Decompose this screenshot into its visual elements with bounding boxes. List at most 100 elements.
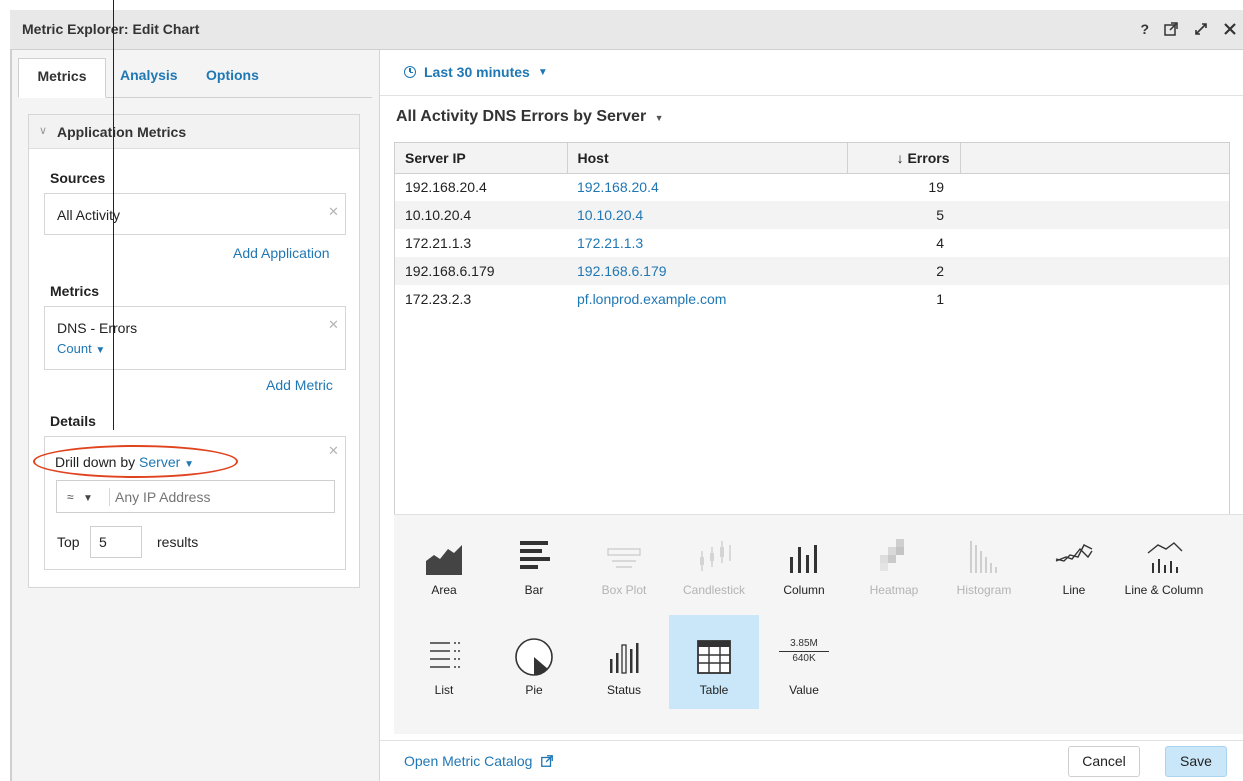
- table-icon: [697, 640, 731, 674]
- chart-type-pie[interactable]: Pie: [489, 627, 579, 721]
- cell-errors: 4: [936, 235, 944, 251]
- chart-type-value[interactable]: 3.85M 640K Value: [759, 627, 849, 721]
- chart-type-line-column[interactable]: Line & Column: [1119, 527, 1209, 621]
- metric-item[interactable]: DNS - Errors Count ▼ ✕: [44, 306, 346, 370]
- source-value: All Activity: [57, 207, 121, 223]
- ip-filter-field: ≈ ▼: [56, 480, 335, 513]
- value-icon-bottom: 640K: [792, 653, 816, 664]
- cell-host-link[interactable]: 10.10.20.4: [567, 201, 847, 229]
- details-title: Details: [50, 413, 96, 429]
- top-results-input[interactable]: [90, 526, 142, 558]
- chart-type-table[interactable]: Table: [669, 615, 759, 709]
- chart-type-histogram: Histogram: [939, 527, 1029, 621]
- metrics-title: Metrics: [50, 283, 100, 299]
- operator-dropdown[interactable]: ≈ ▼: [67, 490, 93, 504]
- external-link-icon: [541, 755, 554, 767]
- aggregate-dropdown[interactable]: Count ▼: [57, 341, 105, 356]
- table-row: 192.168.20.4 192.168.20.4 19: [395, 173, 1229, 201]
- line-chart-icon: [1055, 544, 1093, 562]
- cell-errors: 1: [936, 291, 944, 307]
- caret-down-icon: ▼: [654, 113, 664, 123]
- caret-down-icon: ▼: [537, 66, 548, 78]
- add-application-link[interactable]: Add Application: [233, 245, 330, 261]
- tab-analysis[interactable]: Analysis: [120, 58, 178, 98]
- metric-value: DNS - Errors: [57, 320, 138, 336]
- chevron-down-icon: ∨: [39, 125, 48, 137]
- cell-server-ip: 192.168.20.4: [405, 179, 487, 196]
- panel-header[interactable]: ∨ Application Metrics: [29, 115, 359, 149]
- chart-type-label: Candlestick: [682, 583, 746, 597]
- cell-host-link[interactable]: pf.lonprod.example.com: [567, 285, 847, 313]
- chart-pane: Last 30 minutes ▼ All Activity DNS Error…: [380, 50, 1243, 781]
- table-row: 172.21.1.3 172.21.1.3 4: [395, 229, 1229, 257]
- column-header-blank: [960, 143, 1229, 174]
- panel-header-label: Application Metrics: [57, 124, 187, 140]
- tab-options[interactable]: Options: [206, 58, 259, 98]
- chart-type-status[interactable]: Status: [579, 627, 669, 721]
- remove-source-icon[interactable]: ✕: [328, 204, 339, 220]
- caret-down-icon: ▼: [82, 493, 93, 504]
- application-metrics-panel: ∨ Application Metrics Sources All Activi…: [28, 114, 360, 588]
- chart-type-picker: Area Bar Box Plot Candlestick Column Hea…: [394, 514, 1243, 734]
- operator-value: ≈: [67, 490, 74, 504]
- chart-type-label: Value: [789, 683, 819, 697]
- source-item[interactable]: All Activity ✕: [44, 193, 346, 235]
- sources-title: Sources: [50, 170, 106, 186]
- chart-type-label: Line & Column: [1124, 583, 1204, 597]
- cancel-button[interactable]: Cancel: [1068, 746, 1140, 777]
- caret-down-icon: ▼: [95, 345, 106, 356]
- chart-type-label: Heatmap: [869, 583, 919, 597]
- cell-errors: 5: [847, 201, 960, 229]
- cell-blank: [960, 285, 1229, 313]
- chart-title: All Activity DNS Errors by Server: [396, 108, 647, 125]
- cell-host-link[interactable]: 172.21.1.3: [567, 229, 847, 257]
- histogram-icon: [970, 541, 997, 573]
- field-divider: [109, 488, 110, 506]
- cell-server-ip: 10.10.20.4: [395, 201, 567, 229]
- open-metric-catalog-link[interactable]: Open Metric Catalog: [404, 753, 554, 769]
- chart-type-label: Line: [1062, 583, 1086, 597]
- remove-metric-icon[interactable]: ✕: [328, 317, 339, 333]
- time-range-label: Last 30 minutes: [424, 64, 530, 80]
- dialog-title: Metric Explorer: Edit Chart: [22, 21, 200, 37]
- close-icon[interactable]: [1223, 22, 1237, 36]
- cell-server-ip: 172.23.2.3: [405, 291, 472, 307]
- chart-type-list[interactable]: List: [399, 627, 489, 721]
- errors-table: Server IP Host ↓ Errors 192.168.20.4 192…: [394, 142, 1230, 522]
- dialog-footer: Open Metric Catalog Cancel Save: [380, 740, 1243, 781]
- chart-type-bar[interactable]: Bar: [489, 527, 579, 621]
- help-icon[interactable]: ?: [1140, 18, 1149, 40]
- external-window-icon[interactable]: [1163, 21, 1179, 37]
- tab-metrics[interactable]: Metrics: [18, 58, 106, 98]
- save-button[interactable]: Save: [1165, 746, 1227, 777]
- bar-chart-icon: [520, 541, 550, 569]
- candlestick-icon: [700, 541, 731, 571]
- expand-icon[interactable]: [1193, 21, 1209, 37]
- open-metric-catalog-label: Open Metric Catalog: [404, 753, 533, 769]
- ip-address-input[interactable]: [115, 487, 325, 507]
- cell-host-link[interactable]: 192.168.6.179: [567, 257, 847, 285]
- area-chart-icon: [426, 545, 462, 575]
- table-row: 172.23.2.3 pf.lonprod.example.com 1: [395, 285, 1229, 313]
- remove-details-icon[interactable]: ✕: [328, 443, 339, 459]
- annotation-leader-line: [113, 0, 114, 430]
- chart-type-line[interactable]: Line: [1029, 527, 1119, 621]
- annotation-circle: [33, 445, 238, 478]
- table-header-row: Server IP Host ↓ Errors: [395, 143, 1229, 174]
- chart-type-label: Status: [606, 683, 642, 697]
- chart-title-dropdown[interactable]: All Activity DNS Errors by Server ▼: [396, 108, 664, 126]
- line-column-icon: [1147, 542, 1183, 573]
- chart-type-column[interactable]: Column: [759, 527, 849, 621]
- clock-icon: [404, 66, 416, 78]
- status-icon: [610, 643, 639, 674]
- column-header-server-ip[interactable]: Server IP: [395, 143, 568, 174]
- add-metric-link[interactable]: Add Metric: [266, 377, 333, 393]
- chart-type-area[interactable]: Area: [399, 527, 489, 621]
- chart-type-label: Column: [783, 583, 825, 597]
- column-header-errors[interactable]: ↓ Errors: [847, 143, 961, 174]
- cell-host-link[interactable]: 192.168.20.4: [567, 173, 847, 201]
- time-range-dropdown[interactable]: Last 30 minutes ▼: [404, 64, 548, 80]
- chart-type-label: Area: [431, 583, 457, 597]
- column-header-host[interactable]: Host: [567, 143, 848, 174]
- data-table: Server IP Host ↓ Errors 192.168.20.4 192…: [395, 143, 1229, 313]
